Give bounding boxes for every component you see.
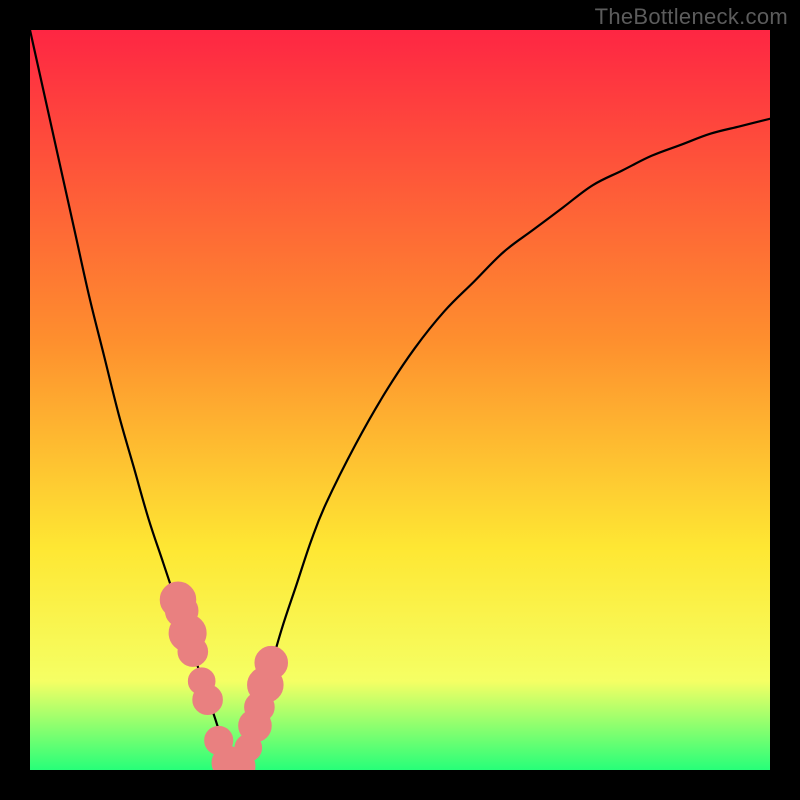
chart-plot [30, 30, 770, 770]
curve-marker [193, 685, 223, 715]
curve-marker [255, 646, 288, 679]
curve-marker [178, 637, 208, 667]
chart-frame: TheBottleneck.com [0, 0, 800, 800]
watermark-text: TheBottleneck.com [595, 4, 788, 30]
chart-background [30, 30, 770, 770]
